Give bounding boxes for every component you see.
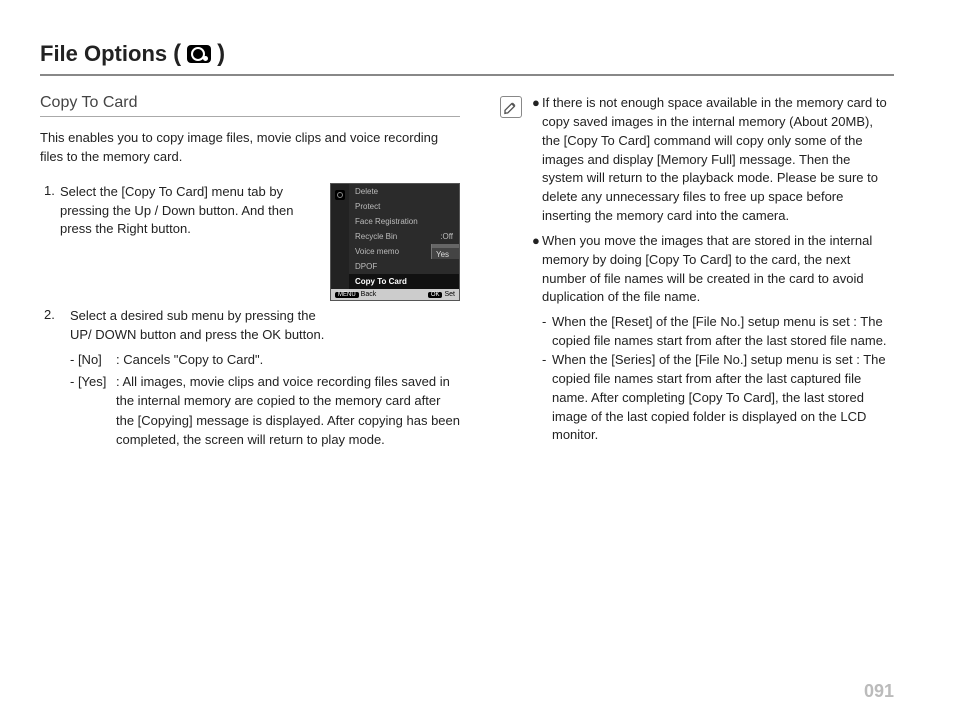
menu-footer: MENUBack OKSet [331,289,459,300]
option-no-label: - [No] [70,350,116,370]
option-yes-row: - [Yes] : All images, movie clips and vo… [40,372,460,450]
submenu-box: No Yes [431,244,459,259]
step-2-row: 2. Select a desired sub menu by pressing… [40,307,330,345]
option-no-row: - [No] : Cancels "Copy to Card". [40,350,460,370]
menu-item-voice-memo: Voice memo No Yes [349,244,459,259]
content-columns: Copy To Card This enables you to copy im… [40,94,894,450]
paren-open: ( [173,40,181,68]
bullet-icon: ● [532,232,542,307]
submenu-yes: Yes [432,248,459,259]
dash-icon: - [542,351,552,445]
note-icon [500,96,522,118]
note-2a-row: - When the [Reset] of the [File No.] set… [532,313,894,351]
left-column: Copy To Card This enables you to copy im… [40,94,460,450]
step-2-text: Select a desired sub menu by pressing th… [66,307,330,345]
menu-back-label: Back [361,291,377,298]
step-2-number: 2. [40,307,56,322]
step-1-text: Select the [Copy To Card] menu tab by pr… [56,183,320,240]
note-1-text: If there is not enough space available i… [542,94,894,226]
note-2b-text: When the [Series] of the [File No.] setu… [552,351,894,445]
menu-list: Delete Protect Face Registration Recycle… [349,184,459,289]
menu-item-copy-to-card: Copy To Card [349,274,459,289]
option-yes-label: - [Yes] [70,372,116,450]
manual-page: File Options ( ) Copy To Card This enabl… [0,0,954,720]
menu-item-recycle-bin: Recycle Bin:Off [349,229,459,244]
bullet-icon: ● [532,94,542,226]
note-bullet-1: ● If there is not enough space available… [532,94,894,226]
pencil-note-icon [503,99,519,115]
menu-item-delete: Delete [349,184,459,199]
file-options-icon [187,45,211,63]
note-2b-row: - When the [Series] of the [File No.] se… [532,351,894,445]
section-intro: This enables you to copy image files, mo… [40,129,460,167]
play-mode-icon [335,190,345,200]
menu-item-dpof: DPOF [349,259,459,274]
option-yes-desc: : All images, movie clips and voice reco… [116,372,460,450]
menu-item-face-registration: Face Registration [349,214,459,229]
note-2a-text: When the [Reset] of the [File No.] setup… [552,313,894,351]
step-1-row: 1. Select the [Copy To Card] menu tab by… [40,183,460,301]
right-column: ● If there is not enough space available… [500,94,894,450]
option-no-desc: : Cancels "Copy to Card". [116,350,460,370]
paren-close: ) [217,40,225,68]
notes-list: ● If there is not enough space available… [532,94,894,445]
menu-back-key: MENU [335,292,359,298]
menu-set-key: OK [428,292,443,298]
step-1-number: 1. [40,183,56,240]
section-heading: Copy To Card [40,94,460,117]
camera-menu-preview: Delete Protect Face Registration Recycle… [330,183,460,301]
note-2-text: When you move the images that are stored… [542,232,894,307]
menu-side-icons [331,184,349,289]
menu-set-label: Set [444,291,455,298]
page-number: 091 [864,681,894,702]
page-title: File Options [40,41,167,67]
menu-item-protect: Protect [349,199,459,214]
note-bullet-2: ● When you move the images that are stor… [532,232,894,307]
dash-icon: - [542,313,552,351]
page-title-row: File Options ( ) [40,40,894,76]
